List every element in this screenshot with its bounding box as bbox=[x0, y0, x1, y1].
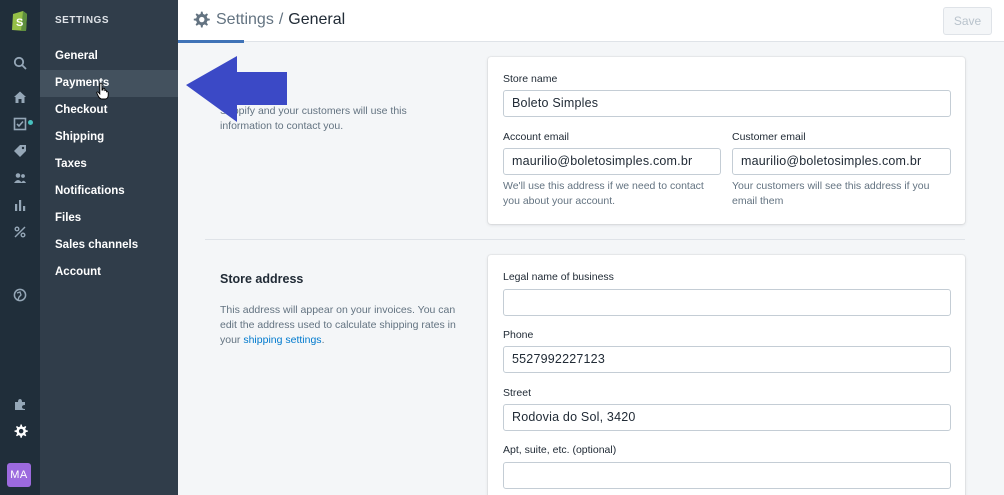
account-email-input[interactable]: maurilio@boletosimples.com.br bbox=[503, 148, 721, 175]
top-bar-accent bbox=[178, 40, 244, 43]
legal-name-label: Legal name of business bbox=[503, 271, 614, 283]
legal-name-input[interactable] bbox=[503, 289, 951, 316]
sidebar-heading: SETTINGS bbox=[55, 15, 110, 26]
customer-email-input[interactable]: maurilio@boletosimples.com.br bbox=[732, 148, 951, 175]
customer-email-help: Your customers will see this address if … bbox=[732, 180, 930, 207]
home-icon[interactable] bbox=[10, 87, 30, 107]
hand-cursor-icon bbox=[96, 82, 109, 105]
arrow-left-icon bbox=[185, 55, 289, 130]
sidebar-item-general[interactable]: General bbox=[40, 43, 178, 70]
search-icon[interactable] bbox=[10, 53, 30, 73]
store-address-description: This address will appear on your invoice… bbox=[220, 303, 460, 348]
sidebar-item-checkout[interactable]: Checkout bbox=[40, 97, 178, 124]
save-button[interactable]: Save bbox=[943, 7, 992, 35]
sidebar-item-sales-channels[interactable]: Sales channels bbox=[40, 232, 178, 259]
account-email-help: We'll use this address if we need to con… bbox=[503, 180, 704, 207]
apps-icon[interactable] bbox=[10, 394, 30, 414]
account-email-label: Account email bbox=[503, 131, 569, 143]
store-address-card: Legal name of business Phone 55279922271… bbox=[488, 255, 965, 495]
customer-email-label: Customer email bbox=[732, 131, 806, 143]
breadcrumb-settings-link[interactable]: Settings bbox=[216, 11, 274, 29]
shopify-logo-icon[interactable]: S bbox=[9, 9, 31, 33]
analytics-icon[interactable] bbox=[10, 195, 30, 215]
store-address-title: Store address bbox=[220, 272, 304, 286]
apt-input[interactable] bbox=[503, 462, 951, 489]
sidebar-item-taxes[interactable]: Taxes bbox=[40, 151, 178, 178]
store-address-description-end: . bbox=[321, 334, 325, 346]
breadcrumb-separator: / bbox=[278, 11, 284, 28]
sidebar-item-account[interactable]: Account bbox=[40, 259, 178, 286]
page-title: General bbox=[288, 11, 346, 28]
store-details-card: Store name Boleto Simples Account email … bbox=[488, 57, 965, 224]
phone-label: Phone bbox=[503, 329, 534, 341]
store-name-label: Store name bbox=[503, 73, 558, 85]
settings-gear-icon bbox=[193, 11, 210, 28]
apt-label: Apt, suite, etc. (optional) bbox=[503, 444, 617, 456]
tag-icon[interactable] bbox=[10, 141, 30, 161]
shipping-settings-link[interactable]: shipping settings bbox=[243, 334, 321, 346]
sidebar-item-notifications[interactable]: Notifications bbox=[40, 178, 178, 205]
app-rail: S MA bbox=[0, 0, 40, 495]
breadcrumb: Settings / General bbox=[192, 11, 345, 29]
globe-icon[interactable] bbox=[10, 285, 30, 305]
customers-icon[interactable] bbox=[10, 168, 30, 188]
sidebar-item-payments[interactable]: Payments bbox=[40, 70, 178, 97]
sidebar-item-files[interactable]: Files bbox=[40, 205, 178, 232]
street-input[interactable]: Rodovia do Sol, 3420 bbox=[503, 404, 951, 431]
svg-text:S: S bbox=[16, 17, 23, 29]
avatar[interactable]: MA bbox=[7, 463, 31, 487]
top-bar: Settings / General Save bbox=[178, 0, 1004, 42]
settings-sidebar: SETTINGS General Payments Checkout Shipp… bbox=[40, 0, 178, 495]
phone-input[interactable]: 5527992227123 bbox=[503, 346, 951, 373]
notification-dot bbox=[28, 120, 33, 125]
street-label: Street bbox=[503, 387, 532, 399]
discounts-icon[interactable] bbox=[10, 222, 30, 242]
orders-icon[interactable] bbox=[10, 114, 30, 134]
store-name-input[interactable]: Boleto Simples bbox=[503, 90, 951, 117]
gear-icon[interactable] bbox=[10, 421, 30, 441]
sidebar-item-shipping[interactable]: Shipping bbox=[40, 124, 178, 151]
section-divider bbox=[205, 239, 965, 240]
